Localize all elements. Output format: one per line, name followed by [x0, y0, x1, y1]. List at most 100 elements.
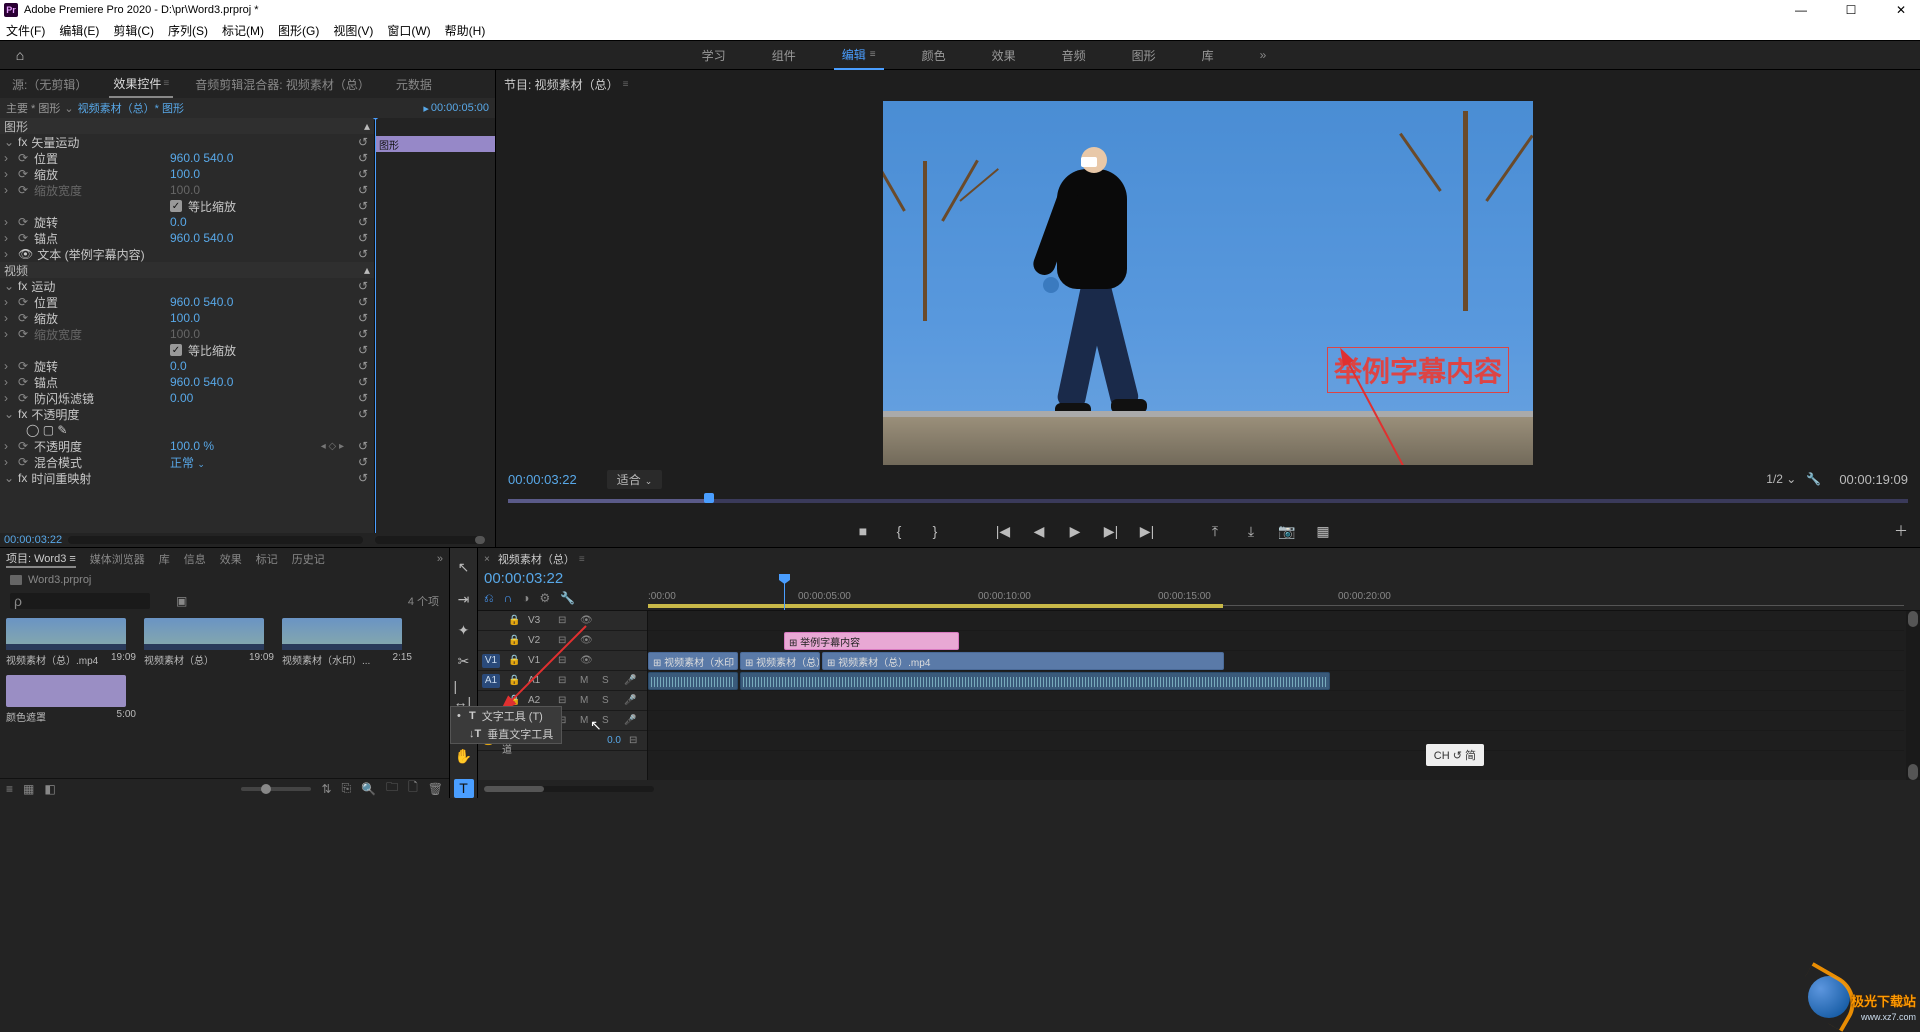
toggle-output-icon[interactable]: 👁: [580, 655, 594, 666]
tab-effect-controls[interactable]: 效果控件≡: [109, 70, 173, 98]
effect-mini-timeline[interactable]: 图形: [374, 118, 495, 533]
prop-row[interactable]: ›⟳ 旋转0.0↺: [0, 214, 374, 230]
menu-edit[interactable]: 编辑(E): [57, 22, 101, 39]
track-header[interactable]: V1🔒V1⊟👁: [478, 651, 647, 671]
panel-menu-icon[interactable]: ≡: [870, 49, 876, 60]
workspace-editing[interactable]: 编辑≡: [834, 40, 884, 70]
menu-graphics[interactable]: 图形(G): [276, 22, 321, 39]
playhead-icon[interactable]: [704, 493, 714, 503]
prop-row[interactable]: ›⟳ 防闪烁滤镜0.00↺: [0, 390, 374, 406]
prop-row[interactable]: ›⟳ 缩放100.0↺: [0, 310, 374, 326]
new-item-icon[interactable]: 🗋: [408, 778, 418, 799]
bin-item[interactable]: 视频素材（总）19:09: [144, 618, 274, 667]
prop-row[interactable]: ›⟳ 不透明度100.0 %◂ ◇ ▸↺: [0, 438, 374, 454]
vertical-type-tool-item[interactable]: ↓T垂直文字工具: [451, 725, 561, 743]
menu-view[interactable]: 视图(V): [331, 22, 375, 39]
tab-libraries[interactable]: 库: [159, 551, 170, 567]
subtitle-text[interactable]: 举例字幕内容: [1327, 347, 1509, 393]
effect-group[interactable]: ⌄fx不透明度↺: [0, 406, 374, 422]
lock-icon[interactable]: 🔒: [508, 615, 520, 626]
hand-tool[interactable]: ✋: [454, 747, 474, 766]
mini-clip[interactable]: 图形: [375, 136, 495, 152]
goto-out-button[interactable]: ▶|: [1138, 523, 1156, 540]
freeform-view-icon[interactable]: ◧: [44, 782, 55, 796]
track-lane[interactable]: [648, 731, 1904, 751]
tabs-overflow-icon[interactable]: »: [437, 553, 443, 565]
prop-row[interactable]: ›⟳ 位置960.0 540.0↺: [0, 150, 374, 166]
workspace-effects[interactable]: 效果: [984, 40, 1024, 70]
menu-help[interactable]: 帮助(H): [443, 22, 488, 39]
find-icon[interactable]: 🔍: [361, 782, 376, 796]
effect-group[interactable]: ⌄fx运动↺: [0, 278, 374, 294]
sync-lock-icon[interactable]: ⊟: [558, 695, 572, 706]
effect-scrollbar[interactable]: [68, 536, 363, 544]
source-patch[interactable]: A1: [482, 674, 500, 688]
source-patch[interactable]: V1: [482, 654, 500, 668]
prop-row[interactable]: ›⟳ 锚点960.0 540.0↺: [0, 374, 374, 390]
tab-project[interactable]: 项目: Word3 ≡: [6, 550, 76, 568]
panel-menu-icon[interactable]: ≡: [579, 554, 585, 565]
thumbnail-size-slider[interactable]: [241, 787, 311, 791]
resolution-dropdown[interactable]: 1/2 ⌄: [1766, 472, 1796, 486]
tab-markers[interactable]: 标记: [256, 551, 278, 567]
breadcrumb-master[interactable]: 主要 * 图形: [6, 100, 60, 116]
trash-icon[interactable]: 🗑: [428, 782, 443, 796]
bin-thumbnail[interactable]: [144, 618, 264, 650]
toggle-output-icon[interactable]: 👁: [580, 615, 594, 626]
tab-history[interactable]: 历史记: [292, 551, 325, 567]
breadcrumb-sequence[interactable]: 视频素材（总）* 图形: [78, 100, 184, 116]
panel-menu-icon[interactable]: ≡: [623, 79, 629, 90]
lift-button[interactable]: ⤒: [1206, 523, 1224, 540]
type-tool-item[interactable]: T文字工具 (T): [451, 707, 561, 725]
program-timecode[interactable]: 00:00:03:22: [508, 472, 577, 487]
workspace-graphics[interactable]: 图形: [1124, 40, 1164, 70]
menu-marker[interactable]: 标记(M): [220, 22, 266, 39]
bin-thumbnail[interactable]: [6, 675, 126, 707]
new-bin-icon[interactable]: 🗀: [386, 778, 398, 799]
panel-menu-icon[interactable]: ≡: [69, 553, 75, 565]
voice-icon[interactable]: 🎤: [624, 715, 638, 726]
list-view-icon[interactable]: ≡: [6, 782, 13, 796]
timeline-clip[interactable]: [740, 672, 1330, 690]
marker-icon[interactable]: ◑: [522, 591, 529, 606]
menu-window[interactable]: 窗口(W): [385, 22, 432, 39]
automate-icon[interactable]: ⎘: [342, 781, 352, 796]
toggle-output-icon[interactable]: 👁: [580, 635, 594, 646]
track-lane[interactable]: [648, 711, 1904, 731]
timeline-clip[interactable]: ⊞ 视频素材（水印: [648, 652, 738, 670]
comparison-button[interactable]: ▦: [1314, 523, 1332, 540]
tab-media-browser[interactable]: 媒体浏览器: [90, 551, 145, 567]
sort-icon[interactable]: ⇅: [321, 782, 331, 796]
timeline-timecode[interactable]: 00:00:03:22: [484, 570, 642, 587]
prop-row[interactable]: ›⟳ 旋转0.0↺: [0, 358, 374, 374]
timeline-clip[interactable]: ⊞ 举例字幕内容: [784, 632, 959, 650]
bin-thumbnail[interactable]: [282, 618, 402, 650]
effect-scrollbar-2[interactable]: [375, 536, 485, 544]
prop-row[interactable]: ›⟳ 缩放宽度100.0↺: [0, 326, 374, 342]
voice-icon[interactable]: 🎤: [624, 675, 638, 686]
new-bin-camera-icon[interactable]: ▣: [176, 594, 187, 608]
prop-row[interactable]: ›⟳ 位置960.0 540.0↺: [0, 294, 374, 310]
workspace-color[interactable]: 颜色: [914, 40, 954, 70]
sync-lock-icon[interactable]: ⊟: [558, 635, 572, 646]
prop-row[interactable]: ›⟳ 缩放100.0↺: [0, 166, 374, 182]
snap-icon[interactable]: ⎌: [484, 591, 494, 606]
prop-uniform-scale[interactable]: ✓等比缩放↺: [0, 342, 374, 358]
zoom-fit-dropdown[interactable]: 适合⌄: [607, 470, 663, 489]
effect-timecode[interactable]: 00:00:03:22: [4, 534, 62, 546]
bin-item[interactable]: 视频素材（总）.mp419:09: [6, 618, 136, 667]
tab-effects[interactable]: 效果: [220, 551, 242, 567]
workspace-audio[interactable]: 音频: [1054, 40, 1094, 70]
mask-tools[interactable]: ◯ ▢ ✎: [0, 422, 374, 438]
program-viewer[interactable]: 举例字幕内容: [883, 101, 1533, 465]
step-fwd-button[interactable]: ▶|: [1102, 523, 1120, 540]
tab-metadata[interactable]: 元数据: [392, 70, 436, 98]
settings-icon[interactable]: ⚙: [539, 591, 550, 606]
lock-icon[interactable]: 🔒: [508, 695, 520, 706]
work-area-bar[interactable]: [648, 604, 1223, 608]
program-title[interactable]: 节目: 视频素材（总）: [504, 76, 619, 93]
bin-item[interactable]: 颜色遮罩5:00: [6, 675, 136, 724]
mark-in-button[interactable]: ■: [854, 523, 872, 539]
prop-uniform-scale[interactable]: ✓等比缩放↺: [0, 198, 374, 214]
sync-lock-icon[interactable]: ⊟: [558, 615, 572, 626]
